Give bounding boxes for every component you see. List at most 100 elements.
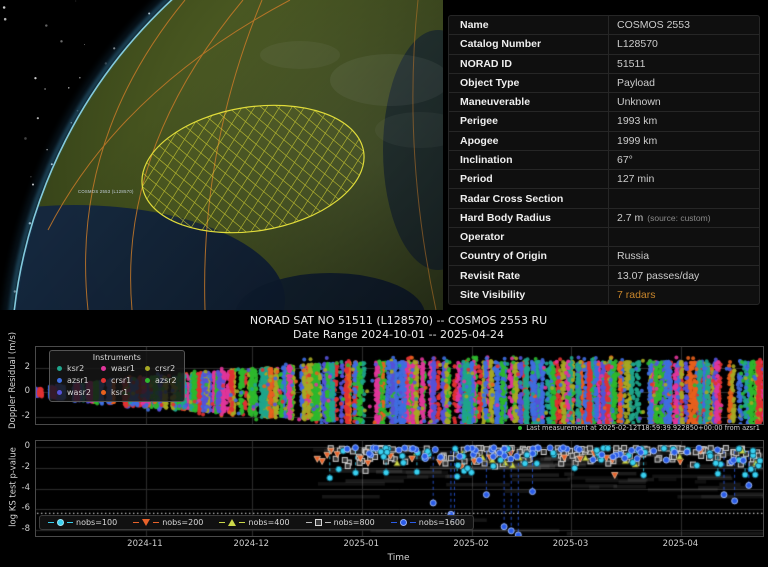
row-value: 127 min [609,173,759,185]
legend-marker-icon [145,378,150,383]
nobs-legend-item: nobs=200 [133,518,203,527]
legend-item: azsr1 [57,375,91,386]
x-axis-tick: 2024-12 [221,539,281,549]
row-value-text: Payload [617,77,655,89]
nobs-legend: nobs=100nobs=200nobs=400nobs=800nobs=160… [39,515,474,530]
nobs-legend-item: nobs=100 [48,518,117,527]
dash-icon [48,522,54,523]
row-label: Perigee [449,112,609,130]
row-value: 1999 km [609,135,759,147]
row-label: NORAD ID [449,55,609,73]
legend-marker-icon [145,366,150,371]
row-value: 67° [609,154,759,166]
legend-column: wasr1crsr1ksr1 [101,363,135,398]
legend-item-label: wasr1 [111,363,135,374]
row-value: 51511 [609,58,759,70]
annotation-last-measurement: Last measurement at 2025-02-12T18:59:39.… [518,424,760,432]
row-label: Radar Cross Section [449,189,609,207]
instruments-legend: Instruments ksr2azsr1wasr2 wasr1crsr1ksr1… [49,350,185,402]
legend-item: crsr2 [145,363,177,374]
table-row: Object Type Payload [449,74,759,93]
legend-item-label: crsr1 [111,375,131,386]
globe-view[interactable]: COSMOS 2553 (L128570) [0,0,443,310]
table-row: Radar Cross Section [449,189,759,208]
table-row: ManeuverableUnknown [449,93,759,112]
row-value[interactable]: 7 radars [609,289,759,301]
table-row: Site Visibility 7 radars [449,286,759,304]
annotation-text: Last measurement at 2025-02-12T18:59:39.… [526,424,760,432]
table-row: Period127 min [449,170,759,189]
row-label: Hard Body Radius [449,209,609,227]
x-axis-tick: 2025-04 [650,539,710,549]
dash-icon [133,522,139,523]
row-value: L128570 [609,38,759,50]
dash-icon [391,522,397,523]
triangle-up-marker-icon [228,519,236,526]
satellite-tracking-app: COSMOS 2553 (L128570) Name COSMOS 2553 Cat… [0,0,768,567]
dash-icon [325,522,331,523]
y-axis-tick: 0 [2,386,30,396]
legend-item: ksr2 [57,363,91,374]
row-value: 2.7 m(source: custom) [609,212,759,224]
nobs-label: nobs=1600 [419,518,465,527]
row-value-text: 2.7 m [617,212,643,224]
row-label: Catalog Number [449,35,609,53]
legend-marker-icon [57,366,62,371]
row-value: Payload [609,77,759,89]
row-value-text: Unknown [617,96,661,108]
legend-item: crsr1 [101,375,135,386]
square-marker-icon [315,519,322,526]
doppler-residual-panel: Instruments ksr2azsr1wasr2 wasr1crsr1ksr1… [35,346,764,425]
row-label: Operator [449,228,609,246]
row-value: 1993 km [609,115,759,127]
row-value-text: 7 radars [617,289,656,301]
row-value: COSMOS 2553 [609,19,759,31]
row-value-text: 127 min [617,173,654,185]
dash-icon [239,522,245,523]
row-label: Name [449,16,609,34]
y-axis-tick: 0 [2,441,30,451]
legend-item: wasr2 [57,387,91,398]
x-axis-tick: 2024-11 [115,539,175,549]
table-row: Perigee 1993 km [449,112,759,131]
y-axis-tick: -8 [2,524,30,534]
dash-icon [410,522,416,523]
legend-item: wasr1 [101,363,135,374]
row-value-text: 67° [617,154,633,166]
row-value-text: Russia [617,250,649,262]
table-row: Operator [449,228,759,247]
ks-pvalue-panel: nobs=100nobs=200nobs=400nobs=800nobs=160… [35,440,764,537]
dash-icon [306,522,312,523]
table-row: NORAD ID 51511 [449,55,759,74]
x-axis-tick: 2025-01 [331,539,391,549]
row-label: Country of Origin [449,247,609,265]
row-value-text: 51511 [617,58,645,70]
table-row: Catalog NumberL128570 [449,35,759,54]
nobs-legend-item: nobs=1600 [391,518,465,527]
legend-item-label: crsr2 [155,363,175,374]
satellite-info-table: NameCOSMOS 2553Catalog NumberL128570NORA… [448,15,760,305]
row-label: Inclination [449,151,609,169]
x-axis-tick: 2025-02 [441,539,501,549]
analysis-charts: NORAD SAT NO 51511 (L128570) -- COSMOS 2… [0,310,768,567]
row-value: 13.07 passes/day [609,270,759,282]
row-label: Object Type [449,74,609,92]
table-row: Inclination 67° [449,151,759,170]
row-value-text: 1993 km [617,115,657,127]
legend-item-label: wasr2 [67,387,91,398]
y-axis-tick: -6 [2,503,30,513]
nobs-legend-item: nobs=400 [219,518,289,527]
row-label: Site Visibility [449,286,609,304]
chart-subtitle: Date Range 2024-10-01 -- 2025-04-24 [35,328,762,341]
y-axis-tick: -2 [2,411,30,421]
legend-item: azsr2 [145,375,177,386]
legend-title: Instruments [57,353,177,362]
y-axis-tick: -4 [2,483,30,493]
circle-marker-icon [57,519,64,526]
table-row: Country of Origin Russia [449,247,759,266]
table-row: Revisit Rate13.07 passes/day [449,266,759,285]
circle-marker-icon [400,519,407,526]
row-value-text: COSMOS 2553 [617,19,690,31]
row-value: Russia [609,250,759,262]
legend-item-label: azsr1 [67,375,89,386]
